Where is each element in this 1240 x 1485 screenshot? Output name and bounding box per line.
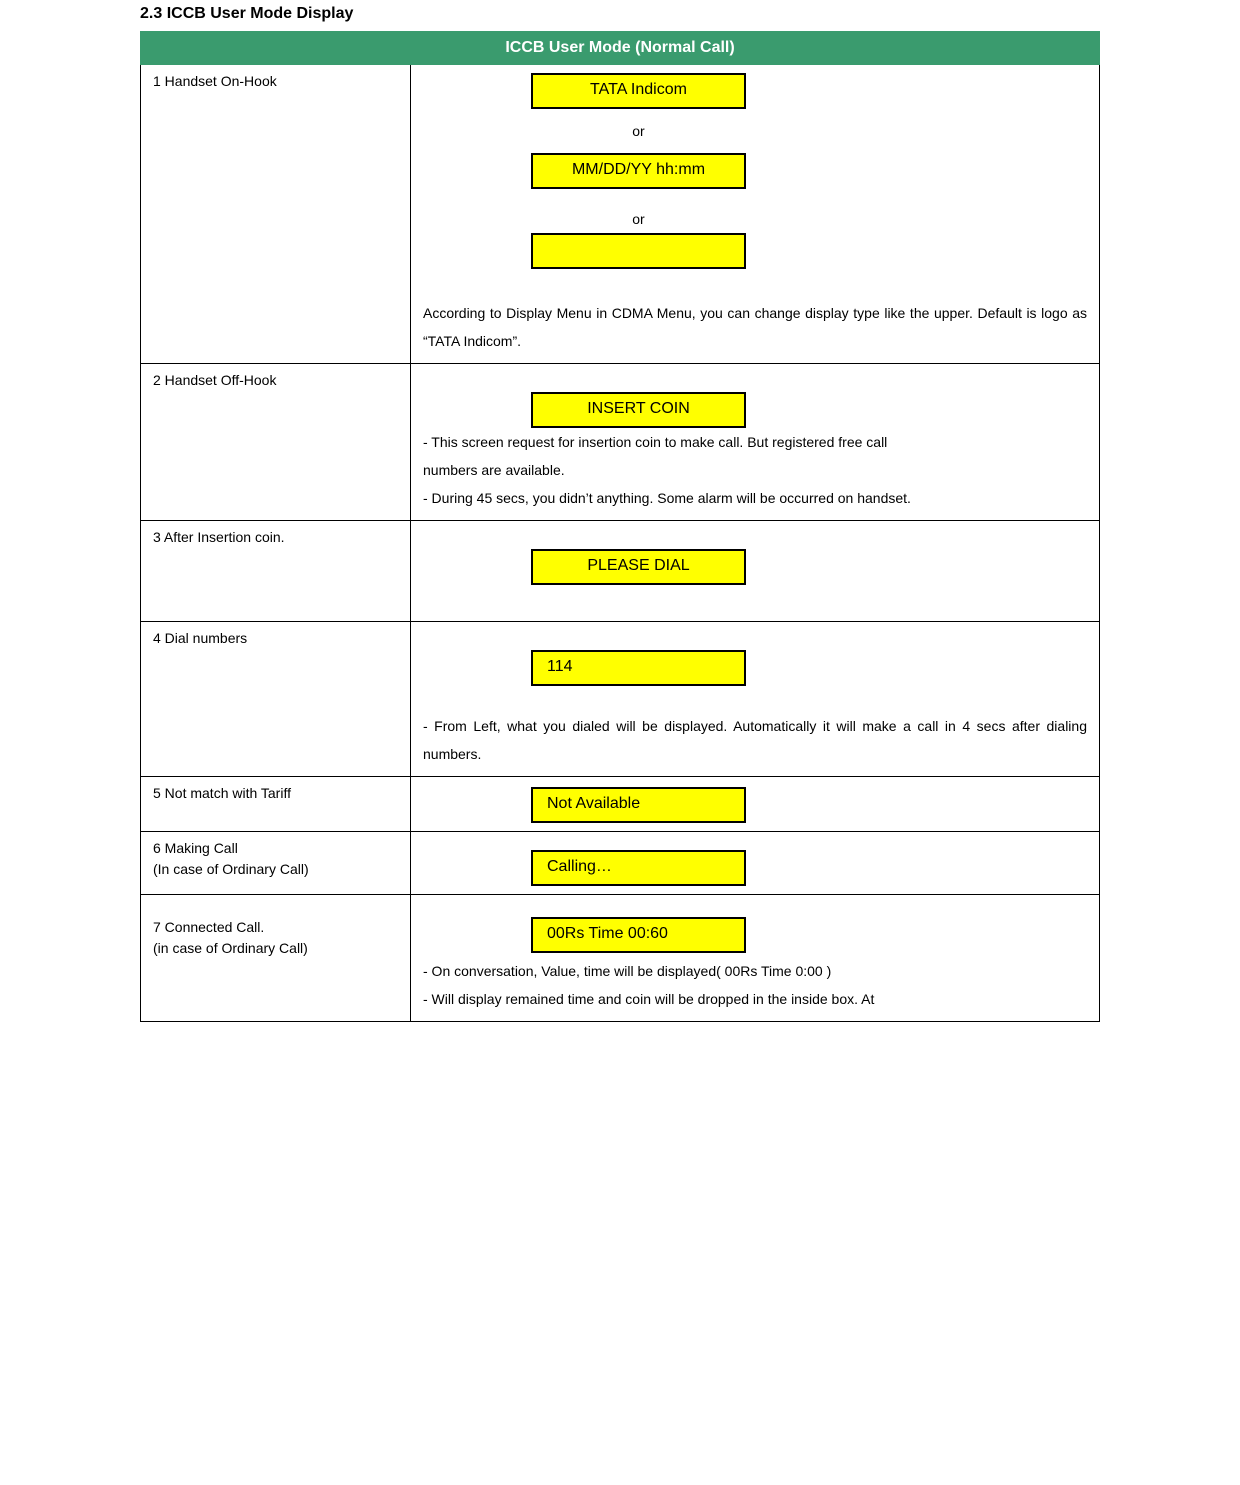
row6-content: Calling…	[411, 832, 1100, 895]
row1-content: TATA Indicom or MM/DD/YY hh:mm or Accord…	[411, 65, 1100, 364]
row7-bullet2: - Will display remained time and coin wi…	[423, 985, 1087, 1013]
row4-description: - From Left, what you dialed will be dis…	[423, 712, 1087, 768]
row7-sublabel: (in case of Ordinary Call)	[153, 935, 398, 962]
iccb-table: ICCB User Mode (Normal Call) 1 Handset O…	[140, 31, 1100, 1022]
display-box-tata: TATA Indicom	[531, 73, 746, 109]
row7-content: 00Rs Time 00:60 - On conversation, Value…	[411, 895, 1100, 1022]
display-box-insert-coin: INSERT COIN	[531, 392, 746, 428]
row1-label: 1 Handset On-Hook	[141, 65, 411, 364]
display-box-not-available: Not Available	[531, 787, 746, 823]
or-text: or	[531, 211, 746, 227]
display-box-time: 00Rs Time 00:60	[531, 917, 746, 953]
row6-label: 6 Making Call	[153, 840, 398, 856]
row4-label: 4 Dial numbers	[141, 622, 411, 777]
row6-label-cell: 6 Making Call (In case of Ordinary Call)	[141, 832, 411, 895]
display-box-dial-number: 114	[531, 650, 746, 686]
row3-label: 3 After Insertion coin.	[141, 521, 411, 622]
row2-bullet1b: numbers are available.	[423, 456, 1087, 484]
display-box-calling: Calling…	[531, 850, 746, 886]
row7-bullet1: - On conversation, Value, time will be d…	[423, 957, 1087, 985]
row5-label: 5 Not match with Tariff	[141, 777, 411, 832]
row7-label-cell: 7 Connected Call. (in case of Ordinary C…	[141, 895, 411, 1022]
row6-sublabel: (In case of Ordinary Call)	[153, 856, 398, 883]
row5-content: Not Available	[411, 777, 1100, 832]
display-box-empty	[531, 233, 746, 269]
row4-content: 114 - From Left, what you dialed will be…	[411, 622, 1100, 777]
row2-bullet2: - During 45 secs, you didn’t anything. S…	[423, 484, 1087, 512]
row7-label: 7 Connected Call.	[153, 919, 398, 935]
section-heading: 2.3 ICCB User Mode Display	[140, 0, 1100, 31]
row2-bullet1: - This screen request for insertion coin…	[423, 428, 1087, 456]
table-title: ICCB User Mode (Normal Call)	[141, 32, 1100, 65]
display-box-please-dial: PLEASE DIAL	[531, 549, 746, 585]
or-text: or	[531, 123, 746, 139]
display-box-date: MM/DD/YY hh:mm	[531, 153, 746, 189]
row1-description: According to Display Menu in CDMA Menu, …	[423, 299, 1087, 355]
row3-content: PLEASE DIAL	[411, 521, 1100, 622]
row2-content: INSERT COIN - This screen request for in…	[411, 364, 1100, 521]
row2-label: 2 Handset Off-Hook	[141, 364, 411, 521]
